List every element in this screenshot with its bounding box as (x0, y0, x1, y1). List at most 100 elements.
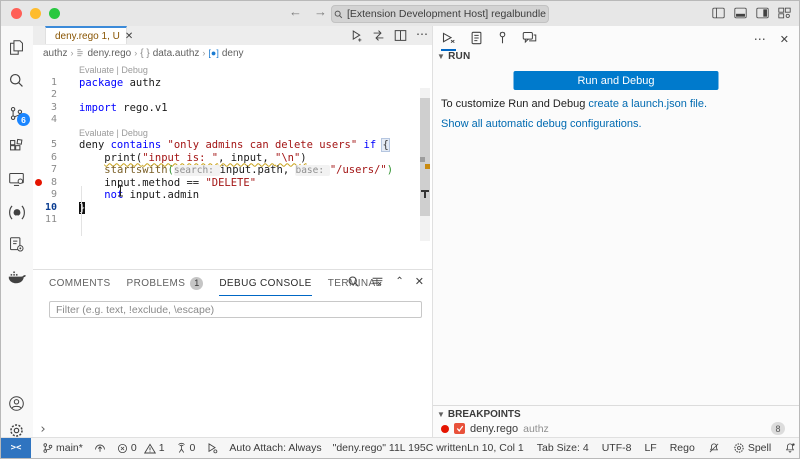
eol-item[interactable]: LF (644, 442, 656, 454)
tab-bar: deny.rego 1, U ✕ ⋯ (33, 26, 432, 46)
run-and-debug-view-icon[interactable] (441, 31, 456, 51)
error-icon (117, 443, 128, 454)
toggle-panel-icon[interactable] (734, 7, 747, 19)
minimize-window-button[interactable] (30, 8, 41, 19)
history-back-button[interactable]: ← (289, 4, 302, 19)
line-number: 6 (43, 152, 57, 165)
breakpoints-section-header[interactable]: ▼ BREAKPOINTS (433, 406, 799, 422)
do-not-disturb-item[interactable] (708, 442, 720, 454)
breakpoint-enabled-checkbox[interactable] (454, 423, 465, 434)
tab-close-icon[interactable]: ✕ (125, 31, 133, 42)
code-line-1[interactable]: 1package authz (33, 77, 432, 90)
code-line-4[interactable]: 4 (33, 114, 432, 127)
extensions-icon[interactable] (1, 131, 32, 161)
more-actions-icon[interactable]: ⋯ (416, 29, 428, 42)
code-line-3[interactable]: 3import rego.v1 (33, 102, 432, 115)
spell-checker-item[interactable]: Spell (733, 442, 771, 454)
toggle-primary-sidebar-icon[interactable] (712, 7, 725, 19)
search-icon (334, 10, 343, 19)
vscode-window: ← → [Extension Development Host] regalbu… (0, 0, 800, 459)
tab-debug-console[interactable]: DEBUG CONSOLE (219, 270, 311, 296)
code-line-2[interactable]: 2 (33, 89, 432, 102)
remote-explorer-icon[interactable] (1, 164, 32, 194)
notebook-view-icon[interactable] (470, 31, 483, 49)
problems-badge: 1 (190, 277, 203, 290)
code-line-11[interactable]: 11 (33, 214, 432, 227)
ports-item[interactable]: 0 (176, 442, 196, 454)
toggle-secondary-sidebar-icon[interactable] (756, 7, 769, 19)
code-line-6[interactable]: 6 print("input is: ", input, "\n") (33, 152, 432, 165)
overview-mark-warning (425, 164, 430, 169)
code-line-5[interactable]: 5deny contains "only admins can delete u… (33, 139, 432, 152)
debug-item[interactable] (206, 442, 218, 454)
comments-view-icon[interactable] (522, 31, 537, 48)
breadcrumb-item-file[interactable]: deny.rego (87, 48, 131, 59)
breadcrumb-item-symbol[interactable]: deny (222, 48, 244, 59)
tab-deny-rego[interactable]: deny.rego 1, U ✕ (45, 26, 127, 44)
encoding-item[interactable]: UTF-8 (602, 442, 632, 454)
line-number: 5 (43, 139, 57, 152)
code-lens[interactable]: Evaluate | Debug (33, 127, 432, 140)
line-number: 4 (43, 114, 57, 127)
filter-search-icon[interactable] (347, 275, 360, 288)
file-written-item: "deny.rego" 11L 195C written (333, 442, 468, 454)
plug-view-icon[interactable] (497, 31, 508, 49)
scm-badge: 6 (17, 113, 30, 126)
views-more-actions-icon[interactable]: ⋯ (754, 32, 766, 46)
auto-attach-item[interactable]: Auto Attach: Always (229, 442, 321, 454)
zoom-window-button[interactable] (49, 8, 60, 19)
accounts-icon[interactable] (1, 388, 32, 418)
language-mode-item[interactable]: Rego (670, 442, 695, 454)
line-number: 9 (43, 189, 57, 202)
customize-layout-icon[interactable] (778, 7, 791, 19)
clear-console-icon[interactable] (371, 275, 384, 288)
split-editor-icon[interactable] (394, 29, 407, 42)
remote-indicator[interactable]: >< (1, 438, 31, 458)
policy-testing-icon[interactable] (1, 229, 32, 259)
code-line-9[interactable]: 9 not input.admin (33, 189, 432, 202)
breakpoint-package: authz (523, 423, 549, 435)
git-branch-item[interactable]: main* (42, 442, 83, 454)
code-editor[interactable]: Evaluate | Debug1package authz23import r… (33, 61, 432, 269)
source-control-icon[interactable]: 6 (1, 98, 32, 128)
cursor-position-item[interactable]: Ln 10, Col 1 (467, 442, 524, 454)
debug-alt-icon (206, 442, 218, 454)
debug-console-filter-input[interactable] (49, 301, 422, 318)
debug-repl-prompt[interactable]: › (39, 423, 47, 436)
search-icon[interactable] (1, 65, 32, 95)
opa-extension-icon[interactable] (1, 197, 32, 227)
history-forward-button[interactable]: → (314, 4, 327, 19)
close-panel-icon[interactable]: ✕ (415, 275, 424, 288)
create-launch-json-link[interactable]: create a launch.json file. (588, 98, 707, 110)
code-line-8[interactable]: 8 input.method == "DELETE" (33, 177, 432, 190)
chevron-down-icon: ▼ (437, 52, 445, 61)
chevron-down-icon: ▼ (437, 410, 445, 419)
code-line-10[interactable]: 10} (33, 202, 432, 215)
editor-scrollbar[interactable] (420, 88, 430, 241)
breakpoint-row[interactable]: deny.rego authz 8 (433, 422, 799, 438)
explorer-icon[interactable] (1, 32, 32, 62)
close-sidebar-icon[interactable]: ✕ (780, 33, 789, 46)
run-section-header[interactable]: ▼ RUN (437, 51, 470, 62)
tab-problems[interactable]: PROBLEMS1 (127, 270, 204, 296)
breakpoint-dot[interactable] (35, 179, 42, 186)
warning-count: 1 (159, 442, 165, 454)
ports-count: 0 (190, 442, 196, 454)
breadcrumb-item-package[interactable]: data.authz (153, 48, 200, 59)
open-changes-icon[interactable] (372, 29, 385, 42)
notifications-item[interactable] (784, 442, 796, 454)
publish-changes-item[interactable] (94, 442, 106, 454)
code-line-7[interactable]: 7 startswith(search: input.path, base: "… (33, 164, 432, 177)
close-window-button[interactable] (11, 8, 22, 19)
problems-item[interactable]: 0 1 (117, 442, 165, 454)
maximize-panel-icon[interactable]: ⌃ (395, 276, 403, 287)
run-policy-icon[interactable] (350, 29, 363, 42)
show-debug-configs-link[interactable]: Show all automatic debug configurations. (441, 118, 642, 130)
docker-icon[interactable] (1, 262, 32, 292)
code-lens[interactable]: Evaluate | Debug (33, 64, 432, 77)
indentation-item[interactable]: Tab Size: 4 (537, 442, 589, 454)
command-center-search[interactable]: [Extension Development Host] regalbundle (331, 5, 549, 23)
tab-comments[interactable]: COMMENTS (49, 270, 111, 296)
breadcrumb-item-folder[interactable]: authz (43, 48, 67, 59)
run-and-debug-button[interactable]: Run and Debug (514, 71, 719, 90)
